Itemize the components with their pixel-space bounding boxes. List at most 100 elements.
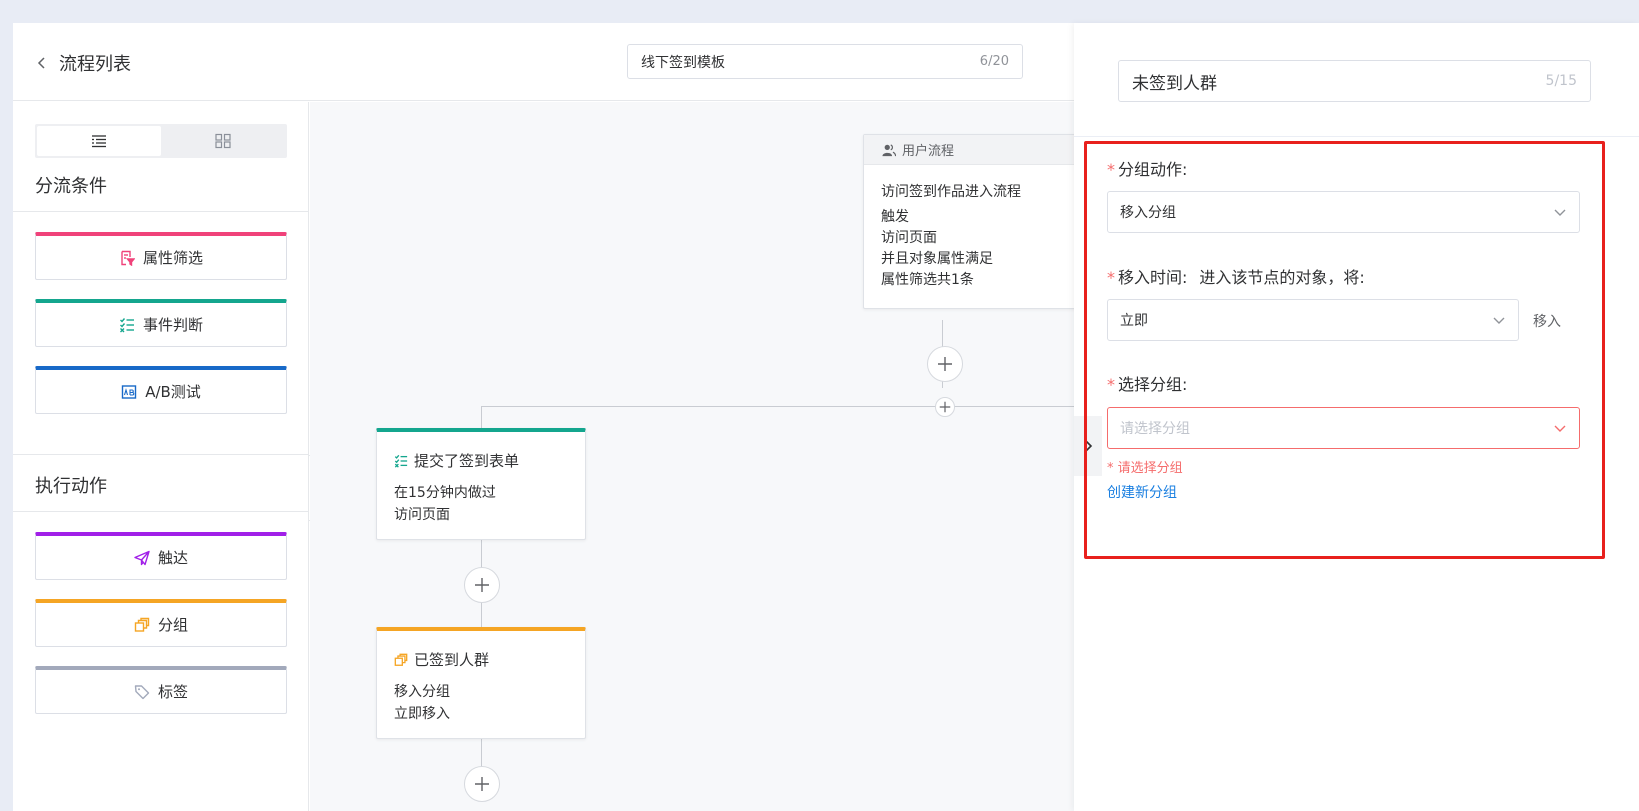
group-copy-icon — [394, 653, 408, 666]
event-judge-label: 事件判断 — [142, 316, 203, 334]
event-node-line: 访问页面 — [394, 507, 450, 523]
connector-line — [481, 406, 482, 428]
back-to-flow-list[interactable]: 流程列表 — [35, 50, 131, 76]
chevron-left-icon — [37, 57, 45, 69]
list-view-icon — [92, 135, 106, 148]
group-action-label: * 分组动作: — [1107, 156, 1187, 180]
select-group-label-text: 选择分组: — [1118, 375, 1188, 394]
event-node-body: 在15分钟内做过 访问页面 — [394, 482, 496, 526]
user-flow-line: 访问页面 — [881, 230, 937, 246]
group-node-line: 移入分组 — [394, 684, 450, 700]
back-label: 流程列表 — [59, 54, 131, 75]
checklist-icon — [394, 454, 408, 468]
move-time-value: 立即 — [1120, 313, 1148, 329]
group-node[interactable]: 分组 — [35, 599, 287, 647]
group-node-title: 已签到人群 — [394, 649, 489, 670]
node-sidebar: 分流条件 属性筛选 事件判断 A/B测试 执行动作 触达 分组 标签 — [13, 102, 309, 811]
grid-view-button[interactable] — [161, 126, 285, 156]
grid-view-icon — [215, 133, 231, 149]
move-time-select[interactable]: 立即 — [1107, 299, 1519, 341]
divider — [13, 211, 309, 212]
tag-node[interactable]: 标签 — [35, 666, 287, 714]
tag-icon — [134, 684, 150, 699]
event-node-line: 在15分钟内做过 — [394, 485, 496, 501]
highlight-box: * 分组动作: 移入分组 * 移入时间: 进入该节点的对象，将: 立即 移入 * 选择分… — [1084, 141, 1605, 559]
move-time-label: * 移入时间: 进入该节点的对象，将: — [1107, 264, 1365, 288]
checklist-icon — [119, 317, 134, 332]
flow-name-input[interactable]: 线下签到模板 6/20 — [627, 44, 1023, 79]
add-node-button[interactable] — [464, 766, 500, 802]
chevron-down-icon — [1554, 209, 1566, 216]
ab-test-node[interactable]: A/B测试 — [35, 366, 287, 414]
divider — [1074, 136, 1639, 137]
divider — [13, 454, 309, 455]
plus-icon — [475, 578, 489, 592]
move-time-suffix: 移入 — [1533, 314, 1561, 330]
create-group-link[interactable]: 创建新分组 — [1107, 482, 1177, 502]
user-flow-card[interactable]: 用户流程 访问签到作品进入流程 触发 访问页面 并且对象属性满足 属性筛选共1条 — [863, 134, 1078, 309]
event-node-title: 提交了签到表单 — [394, 450, 519, 471]
reach-node[interactable]: 触达 — [35, 532, 287, 580]
connector-line — [481, 406, 1087, 407]
node-config-panel: 未签到人群 5/15 * 分组动作: 移入分组 * 移入时间: 进入该节点的对象，将:… — [1074, 23, 1639, 811]
group-node-line: 立即移入 — [394, 706, 450, 722]
event-node-card[interactable]: 提交了签到表单 在15分钟内做过 访问页面 — [376, 428, 586, 540]
required-mark: * — [1107, 375, 1115, 394]
add-branch-button[interactable] — [935, 397, 955, 417]
plus-icon — [939, 401, 951, 413]
ab-test-label: A/B测试 — [145, 383, 201, 401]
group-node-body: 移入分组 立即移入 — [394, 681, 450, 725]
users-icon — [882, 143, 896, 156]
flow-name-value: 线下签到模板 — [641, 54, 725, 71]
group-action-value: 移入分组 — [1120, 205, 1176, 221]
user-flow-title: 访问签到作品进入流程 — [881, 184, 1021, 200]
required-mark: * — [1107, 461, 1118, 476]
select-group-select[interactable]: 请选择分组 — [1107, 407, 1580, 449]
group-label: 分组 — [157, 616, 188, 634]
view-toggle — [35, 124, 287, 158]
event-judge-node[interactable]: 事件判断 — [35, 299, 287, 347]
user-flow-line: 触发 — [881, 209, 909, 225]
plus-icon — [938, 357, 952, 371]
flow-name-count: 6/20 — [979, 54, 1009, 69]
attribute-filter-node[interactable]: 属性筛选 — [35, 232, 287, 280]
connector-line — [481, 739, 482, 769]
required-mark: * — [1107, 268, 1115, 287]
user-flow-body: 访问签到作品进入流程 触发 访问页面 并且对象属性满足 属性筛选共1条 — [881, 181, 1021, 291]
user-flow-line: 属性筛选共1条 — [881, 272, 974, 288]
select-group-placeholder: 请选择分组 — [1120, 421, 1190, 437]
group-action-label-text: 分组动作: — [1118, 160, 1188, 179]
paper-plane-icon — [134, 550, 150, 565]
group-node-title-text: 已签到人群 — [414, 651, 490, 669]
node-name-input[interactable]: 未签到人群 5/15 — [1118, 60, 1591, 102]
node-name-count: 5/15 — [1545, 73, 1577, 89]
node-name-value: 未签到人群 — [1132, 73, 1217, 94]
plus-icon — [475, 777, 489, 791]
event-node-title-text: 提交了签到表单 — [414, 452, 520, 470]
chevron-down-icon — [1554, 425, 1566, 432]
select-group-error: * 请选择分组 — [1107, 457, 1183, 476]
move-time-hint: 进入该节点的对象，将: — [1199, 268, 1365, 287]
branch-section-title: 分流条件 — [35, 176, 107, 197]
add-node-button[interactable] — [927, 346, 963, 382]
user-flow-line: 并且对象属性满足 — [881, 251, 993, 267]
action-section-title: 执行动作 — [35, 476, 107, 497]
attribute-filter-label: 属性筛选 — [142, 249, 203, 267]
group-node-card[interactable]: 已签到人群 移入分组 立即移入 — [376, 627, 586, 739]
ab-chart-icon — [121, 384, 137, 399]
chevron-down-icon — [1493, 317, 1505, 324]
user-flow-header: 用户流程 — [864, 135, 1077, 165]
reach-label: 触达 — [157, 549, 188, 567]
list-view-button[interactable] — [37, 126, 161, 156]
move-time-label-text: 移入时间: — [1118, 268, 1188, 287]
user-flow-header-text: 用户流程 — [902, 144, 955, 159]
select-group-error-text: 请选择分组 — [1117, 461, 1183, 476]
filter-doc-icon — [121, 250, 135, 266]
required-mark: * — [1107, 160, 1115, 179]
group-action-select[interactable]: 移入分组 — [1107, 191, 1580, 233]
add-node-button[interactable] — [464, 567, 500, 603]
select-group-label: * 选择分组: — [1107, 371, 1187, 395]
group-copy-icon — [134, 617, 150, 632]
tag-label: 标签 — [157, 683, 188, 701]
divider — [13, 511, 309, 512]
